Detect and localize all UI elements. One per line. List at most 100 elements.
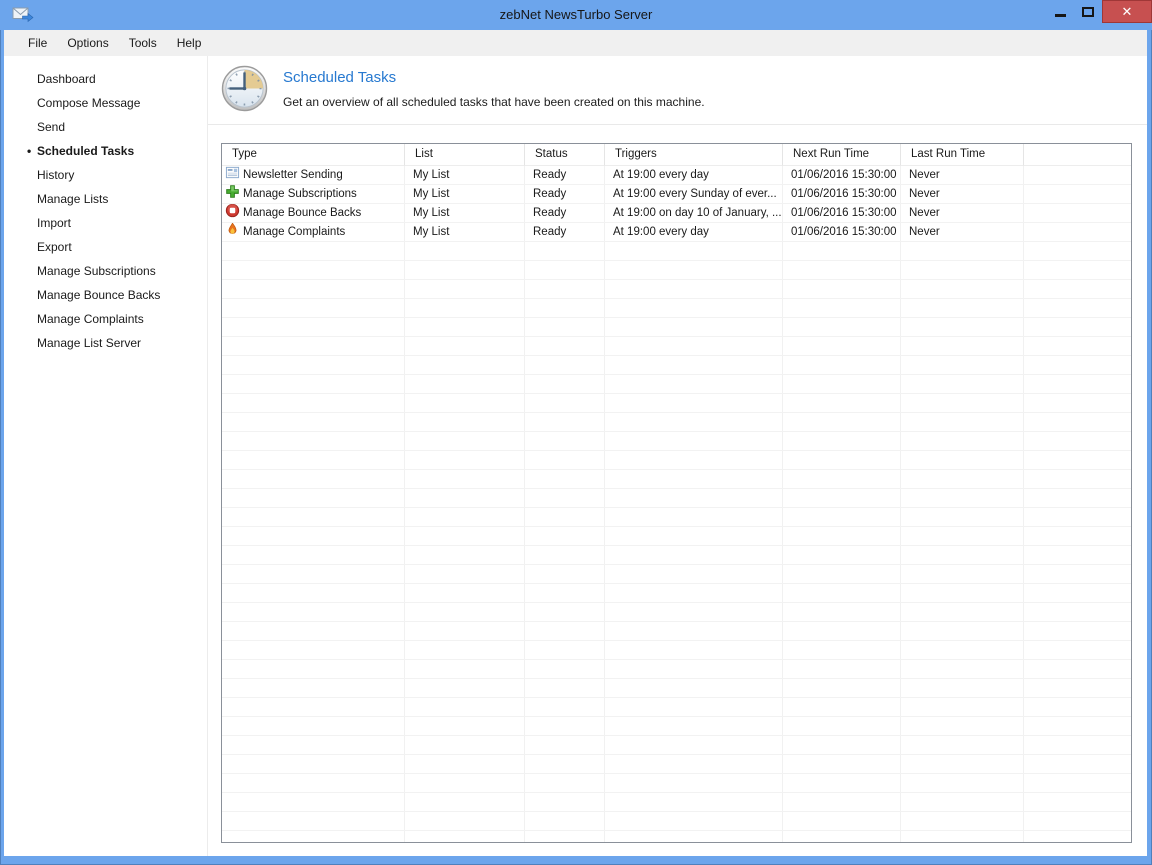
table-row[interactable]: Manage Subscriptions My List Ready At 19… [222, 185, 1131, 204]
cell-list: My List [405, 204, 525, 223]
cell-triggers [605, 470, 783, 489]
maximize-button[interactable] [1074, 0, 1102, 23]
cell-status: Ready [525, 185, 605, 204]
table-row[interactable]: Newsletter Sending My List Ready At 19:0… [222, 166, 1131, 185]
table-row-empty [222, 280, 1131, 299]
table-row-empty [222, 242, 1131, 261]
sidebar-item-scheduled-tasks[interactable]: •Scheduled Tasks [4, 139, 207, 163]
sidebar-item-send[interactable]: Send [4, 115, 207, 139]
cell-triggers [605, 318, 783, 337]
newsletter-icon [225, 166, 240, 180]
table-row-empty [222, 774, 1131, 793]
minimize-button[interactable] [1046, 0, 1074, 23]
menu-help[interactable]: Help [167, 31, 212, 55]
menu-file[interactable]: File [18, 31, 57, 55]
cell-status [525, 527, 605, 546]
cell-last-run-time: Never [901, 166, 1024, 185]
sidebar-item-label: Scheduled Tasks [37, 144, 134, 158]
sidebar-item-compose-message[interactable]: Compose Message [4, 91, 207, 115]
cell-list [405, 280, 525, 299]
cell-status [525, 356, 605, 375]
cell-type [222, 242, 405, 261]
cell-last-run-time [901, 527, 1024, 546]
cell-next-run-time [783, 698, 901, 717]
menu-tools[interactable]: Tools [119, 31, 167, 55]
cell-next-run-time [783, 489, 901, 508]
cell-next-run-time [783, 584, 901, 603]
window-title: zebNet NewsTurbo Server [0, 7, 1152, 22]
cell-last-run-time [901, 584, 1024, 603]
close-button[interactable]: ✕ [1102, 0, 1152, 23]
maximize-icon [1082, 7, 1094, 17]
sidebar-item-export[interactable]: Export [4, 235, 207, 259]
cell-next-run-time [783, 546, 901, 565]
cell-status [525, 432, 605, 451]
cell-status [525, 280, 605, 299]
cell-type [222, 432, 405, 451]
cell-filler [1024, 527, 1131, 546]
cell-last-run-time [901, 337, 1024, 356]
cell-status [525, 736, 605, 755]
cell-type [222, 413, 405, 432]
sidebar-item-manage-subscriptions[interactable]: Manage Subscriptions [4, 259, 207, 283]
cell-next-run-time [783, 717, 901, 736]
sidebar-item-manage-list-server[interactable]: Manage List Server [4, 331, 207, 355]
cell-next-run-time [783, 736, 901, 755]
cell-last-run-time [901, 812, 1024, 831]
column-header-triggers[interactable]: Triggers [605, 144, 783, 166]
cell-type [222, 337, 405, 356]
sidebar-item-dashboard[interactable]: Dashboard [4, 67, 207, 91]
column-header-type[interactable]: Type [222, 144, 405, 166]
cell-status [525, 546, 605, 565]
cell-next-run-time [783, 527, 901, 546]
cell-triggers [605, 375, 783, 394]
column-header-list[interactable]: List [405, 144, 525, 166]
cell-next-run-time [783, 451, 901, 470]
cell-triggers [605, 356, 783, 375]
cell-triggers [605, 584, 783, 603]
cell-list [405, 679, 525, 698]
row-icon-slot [225, 223, 243, 242]
sidebar-item-manage-complaints[interactable]: Manage Complaints [4, 307, 207, 331]
cell-triggers [605, 242, 783, 261]
cell-status [525, 451, 605, 470]
column-header-last-run-time[interactable]: Last Run Time [901, 144, 1024, 166]
cell-triggers [605, 489, 783, 508]
menu-options[interactable]: Options [57, 31, 118, 55]
row-icon-slot [225, 185, 243, 204]
cell-next-run-time [783, 432, 901, 451]
sidebar-item-manage-bounce-backs[interactable]: Manage Bounce Backs [4, 283, 207, 307]
cell-last-run-time [901, 299, 1024, 318]
cell-last-run-time [901, 736, 1024, 755]
cell-last-run-time [901, 603, 1024, 622]
table-row-empty [222, 451, 1131, 470]
sidebar-item-manage-lists[interactable]: Manage Lists [4, 187, 207, 211]
table-row[interactable]: Manage Complaints My List Ready At 19:00… [222, 223, 1131, 242]
sidebar-item-history[interactable]: History [4, 163, 207, 187]
cell-type: Manage Complaints [222, 223, 405, 242]
cell-list [405, 660, 525, 679]
cell-next-run-time [783, 337, 901, 356]
cell-type [222, 660, 405, 679]
sidebar-item-import[interactable]: Import [4, 211, 207, 235]
cell-last-run-time [901, 242, 1024, 261]
table-row-empty [222, 831, 1131, 843]
column-header-next-run-time[interactable]: Next Run Time [783, 144, 901, 166]
cell-last-run-time [901, 641, 1024, 660]
column-header-status[interactable]: Status [525, 144, 605, 166]
cell-type [222, 831, 405, 843]
cell-next-run-time [783, 565, 901, 584]
cell-list [405, 318, 525, 337]
cell-status [525, 717, 605, 736]
table-row[interactable]: Manage Bounce Backs My List Ready At 19:… [222, 204, 1131, 223]
cell-next-run-time [783, 831, 901, 843]
cell-last-run-time [901, 679, 1024, 698]
cell-triggers [605, 755, 783, 774]
main-area: Dashboard Compose Message Send •Schedule… [4, 56, 1147, 856]
row-icon-slot [225, 204, 243, 223]
cell-triggers [605, 337, 783, 356]
cell-next-run-time [783, 508, 901, 527]
cell-next-run-time [783, 774, 901, 793]
cell-type [222, 299, 405, 318]
cell-list [405, 489, 525, 508]
